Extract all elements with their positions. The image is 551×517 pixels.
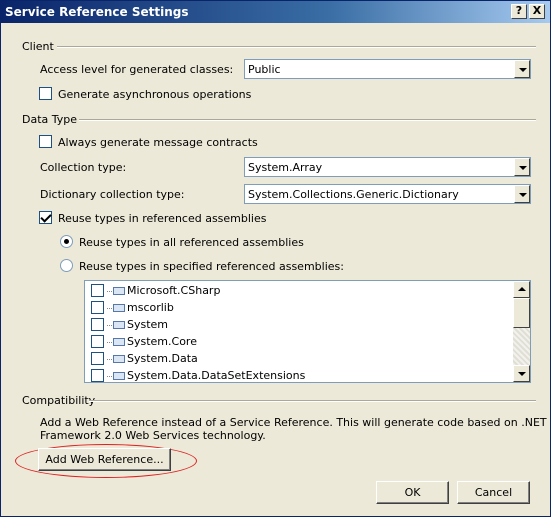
- assembly-checkbox[interactable]: [91, 284, 104, 297]
- service-reference-settings-dialog: Service Reference Settings ? X Client Ac…: [0, 0, 551, 517]
- help-button[interactable]: ?: [511, 4, 527, 19]
- assembly-icon: [107, 372, 125, 380]
- ok-button[interactable]: OK: [376, 481, 449, 504]
- reuse-specified-radio[interactable]: [60, 259, 73, 272]
- always-generate-checkbox[interactable]: [39, 135, 52, 148]
- collection-type-label: Collection type:: [40, 161, 127, 174]
- chevron-down-icon[interactable]: [514, 60, 530, 78]
- title-bar[interactable]: Service Reference Settings ? X: [1, 1, 550, 23]
- add-web-reference-button[interactable]: Add Web Reference...: [38, 448, 171, 471]
- assembly-checkbox[interactable]: [91, 301, 104, 314]
- cancel-button[interactable]: Cancel: [457, 481, 530, 504]
- assembly-icon: [107, 287, 125, 295]
- assembly-name: System.Data.DataSetExtensions: [127, 369, 306, 382]
- chevron-down-icon[interactable]: [514, 158, 530, 176]
- async-label: Generate asynchronous operations: [58, 88, 252, 101]
- assembly-icon: [107, 304, 125, 312]
- scroll-down-button[interactable]: [513, 365, 530, 382]
- dictionary-type-label: Dictionary collection type:: [40, 188, 185, 201]
- chevron-down-icon[interactable]: [514, 185, 530, 203]
- async-checkbox[interactable]: [39, 87, 52, 100]
- assembly-icon: [107, 355, 125, 363]
- data-type-separator: [79, 119, 536, 121]
- dictionary-type-value: System.Collections.Generic.Dictionary: [248, 188, 459, 201]
- always-generate-label: Always generate message contracts: [58, 136, 258, 149]
- assembly-name: System.Core: [127, 335, 197, 348]
- reuse-types-checkbox[interactable]: [39, 211, 52, 224]
- compatibility-separator: [89, 400, 536, 402]
- compatibility-group-label: Compatibility: [22, 394, 96, 407]
- compatibility-description-line2: Framework 2.0 Web Services technology.: [40, 429, 266, 442]
- assembly-icon: [107, 321, 125, 329]
- assembly-icon: [107, 338, 125, 346]
- access-level-combobox[interactable]: Public: [244, 59, 531, 79]
- reuse-all-radio[interactable]: [60, 235, 73, 248]
- assembly-name: mscorlib: [127, 301, 174, 314]
- assemblies-listbox[interactable]: Microsoft.CSharp mscorlib System System.…: [84, 280, 531, 383]
- assembly-checkbox[interactable]: [91, 369, 104, 382]
- client-group-label: Client: [22, 40, 54, 53]
- assembly-checkbox[interactable]: [91, 352, 104, 365]
- collection-type-combobox[interactable]: System.Array: [244, 157, 531, 177]
- assembly-name: System: [127, 318, 169, 331]
- assembly-checkbox[interactable]: [91, 335, 104, 348]
- reuse-types-label: Reuse types in referenced assemblies: [58, 212, 267, 225]
- reuse-specified-label: Reuse types in specified referenced asse…: [79, 260, 344, 273]
- assembly-name: Microsoft.CSharp: [127, 284, 221, 297]
- assembly-name: System.Data: [127, 352, 198, 365]
- dictionary-type-combobox[interactable]: System.Collections.Generic.Dictionary: [244, 184, 531, 204]
- dialog-title: Service Reference Settings: [5, 5, 189, 19]
- client-separator: [57, 46, 536, 48]
- reuse-all-label: Reuse types in all referenced assemblies: [79, 236, 304, 249]
- close-button[interactable]: X: [529, 4, 545, 19]
- assembly-checkbox[interactable]: [91, 318, 104, 331]
- scroll-up-button[interactable]: [513, 281, 530, 298]
- access-level-value: Public: [248, 63, 281, 76]
- scroll-thumb[interactable]: [513, 298, 530, 328]
- compatibility-description-line1: Add a Web Reference instead of a Service…: [40, 416, 547, 429]
- vertical-scrollbar[interactable]: [513, 281, 530, 382]
- collection-type-value: System.Array: [248, 161, 323, 174]
- data-type-group-label: Data Type: [22, 113, 78, 126]
- access-level-label: Access level for generated classes:: [40, 63, 234, 76]
